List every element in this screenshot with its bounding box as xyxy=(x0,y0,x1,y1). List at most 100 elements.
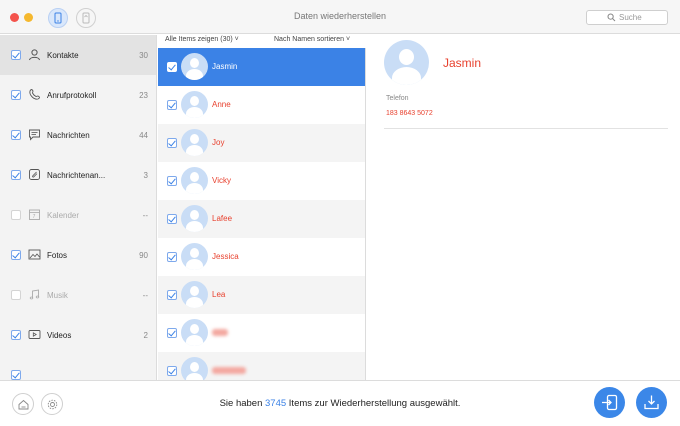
contact-row[interactable] xyxy=(158,352,365,380)
title-bar: Daten wiederherstellen Suche xyxy=(0,0,680,34)
contact-detail-pane: Jasmin Telefon 183 8643 5072 xyxy=(367,35,680,380)
sort-dropdown-label: Nach Namen sortieren xyxy=(274,36,345,43)
checkbox[interactable] xyxy=(167,252,177,262)
sidebar-item-count: 30 xyxy=(139,51,148,60)
app-window: Daten wiederherstellen Suche Kontakte 30 xyxy=(0,0,680,426)
music-icon xyxy=(29,289,40,300)
window-title: Daten wiederherstellen xyxy=(293,11,387,21)
redacted-name xyxy=(212,329,228,336)
photo-icon xyxy=(28,249,41,260)
sidebar-item-count: 90 xyxy=(139,251,148,260)
checkbox[interactable] xyxy=(167,290,177,300)
contact-row[interactable] xyxy=(158,314,365,352)
checkbox[interactable] xyxy=(11,290,21,300)
person-icon xyxy=(29,49,40,61)
download-to-computer-button[interactable] xyxy=(636,387,667,418)
sidebar-item-count: -- xyxy=(142,211,148,220)
avatar xyxy=(181,53,208,80)
backup-mode-button[interactable] xyxy=(76,8,96,28)
minimize-window-button[interactable] xyxy=(24,13,33,22)
backup-icon xyxy=(82,12,90,24)
checkbox[interactable] xyxy=(167,214,177,224)
divider xyxy=(384,128,668,129)
avatar xyxy=(181,167,208,194)
filter-dropdown[interactable]: Alle Items zeigen (30) ˅ xyxy=(165,36,239,43)
search-input[interactable]: Suche xyxy=(586,10,668,25)
contact-row[interactable]: Joy xyxy=(158,124,365,162)
checkbox[interactable] xyxy=(11,370,21,380)
category-sidebar: Kontakte 30 Anrufprotokoll 23 Nachrichte… xyxy=(0,35,157,380)
sidebar-item-label: Nachrichtenan... xyxy=(47,171,106,180)
sidebar-item-label: Videos xyxy=(47,331,72,340)
checkbox[interactable] xyxy=(167,100,177,110)
filter-dropdown-label: Alle Items zeigen (30) xyxy=(165,36,233,43)
selection-status: Sie haben 3745 Items zur Wiederherstellu… xyxy=(160,398,520,409)
avatar xyxy=(181,357,208,380)
sidebar-item-count: -- xyxy=(142,291,148,300)
sidebar-item-count: 2 xyxy=(143,331,148,340)
avatar xyxy=(181,129,208,156)
sidebar-item-label: Kalender xyxy=(47,211,80,220)
avatar xyxy=(181,281,208,308)
status-suffix: Items zur Wiederherstellung ausgewählt. xyxy=(288,398,461,409)
sidebar-item-kalender[interactable]: 7 Kalender -- xyxy=(0,195,156,235)
restore-to-device-button[interactable] xyxy=(594,387,625,418)
message-icon xyxy=(29,129,40,141)
contact-name: Anne xyxy=(212,100,231,109)
sidebar-item-nachrichten[interactable]: Nachrichten 44 xyxy=(0,115,156,155)
settings-button[interactable] xyxy=(41,393,63,415)
checkbox[interactable] xyxy=(167,138,177,148)
avatar xyxy=(181,205,208,232)
phone-field-label: Telefon xyxy=(386,95,409,102)
checkbox[interactable] xyxy=(167,176,177,186)
checkbox[interactable] xyxy=(11,50,21,60)
phone-field-value: 183 8643 5072 xyxy=(386,110,433,117)
checkbox[interactable] xyxy=(11,130,21,140)
sidebar-item-nachrichtenanhaenge[interactable]: Nachrichtenan... 3 xyxy=(0,155,156,195)
gear-icon xyxy=(47,399,58,410)
avatar xyxy=(181,319,208,346)
checkbox[interactable] xyxy=(11,90,21,100)
home-button[interactable] xyxy=(12,393,34,415)
contact-row[interactable]: Jasmin xyxy=(158,48,365,86)
checkbox[interactable] xyxy=(11,330,21,340)
close-window-button[interactable] xyxy=(10,13,19,22)
device-icon xyxy=(54,12,62,24)
status-prefix: Sie haben xyxy=(219,398,263,409)
checkbox[interactable] xyxy=(167,366,177,376)
sidebar-item-kontakte[interactable]: Kontakte 30 xyxy=(0,35,156,75)
sidebar-item-videos[interactable]: Videos 2 xyxy=(0,315,156,355)
sidebar-item-count: 23 xyxy=(139,91,148,100)
device-mode-button[interactable] xyxy=(48,8,68,28)
sidebar-item-partial[interactable] xyxy=(0,355,156,380)
avatar xyxy=(181,91,208,118)
checkbox[interactable] xyxy=(11,170,21,180)
sidebar-item-label: Musik xyxy=(47,291,68,300)
sidebar-item-fotos[interactable]: Fotos 90 xyxy=(0,235,156,275)
status-count: 3745 xyxy=(265,398,287,409)
sidebar-item-label: Nachrichten xyxy=(47,131,90,140)
contact-row[interactable]: Vicky xyxy=(158,162,365,200)
checkbox[interactable] xyxy=(11,250,21,260)
avatar xyxy=(181,243,208,270)
contact-name: Vicky xyxy=(212,176,231,185)
checkbox[interactable] xyxy=(167,328,177,338)
contact-name: Lafee xyxy=(212,214,233,223)
paperclip-icon xyxy=(29,169,40,180)
contact-row[interactable]: Lafee xyxy=(158,200,365,238)
sidebar-item-anrufprotokoll[interactable]: Anrufprotokoll 23 xyxy=(0,75,156,115)
calendar-icon: 7 xyxy=(29,209,40,220)
contact-row[interactable]: Jessica xyxy=(158,238,365,276)
sidebar-item-musik[interactable]: Musik -- xyxy=(0,275,156,315)
svg-text:7: 7 xyxy=(33,214,36,220)
sidebar-item-label: Kontakte xyxy=(47,51,79,60)
video-icon xyxy=(28,330,41,339)
contact-row[interactable]: Anne xyxy=(158,86,365,124)
checkbox[interactable] xyxy=(11,210,21,220)
contact-row[interactable]: Lea xyxy=(158,276,365,314)
contact-detail-name: Jasmin xyxy=(443,56,482,70)
sort-dropdown[interactable]: Nach Namen sortieren ˅ xyxy=(274,36,350,43)
search-placeholder: Suche xyxy=(619,13,642,22)
checkbox[interactable] xyxy=(167,62,177,72)
download-icon xyxy=(644,395,659,410)
